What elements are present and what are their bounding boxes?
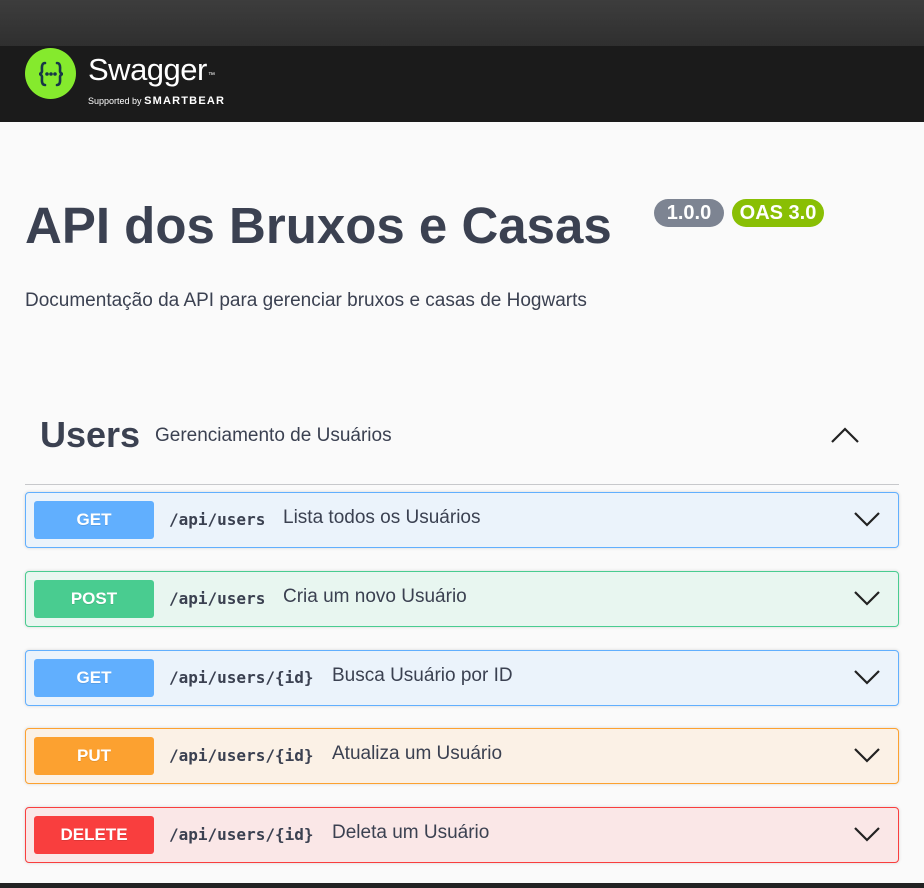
operation-path: /api/users (169, 589, 266, 608)
brand-name[interactable]: Swagger (88, 52, 207, 88)
method-badge: GET (34, 659, 154, 697)
chevron-down-icon[interactable] (852, 507, 882, 531)
oas-badge: OAS 3.0 (732, 199, 824, 227)
bottom-strip (0, 883, 924, 888)
chevron-down-icon[interactable] (852, 743, 882, 767)
browser-chrome (0, 0, 924, 46)
operation-post-users[interactable]: POST /api/users Cria um novo Usuário (25, 571, 899, 627)
method-badge: GET (34, 501, 154, 539)
operation-path: /api/users/{id} (169, 825, 314, 844)
operation-summary: Atualiza um Usuário (332, 743, 503, 764)
operation-put-user[interactable]: PUT /api/users/{id} Atualiza um Usuário (25, 728, 899, 784)
version-badge: 1.0.0 (654, 199, 724, 227)
method-badge: DELETE (34, 816, 154, 854)
chevron-down-icon[interactable] (852, 586, 882, 610)
operation-summary: Lista todos os Usuários (283, 507, 481, 528)
supported-by-label: Supported by (88, 96, 142, 106)
chevron-down-icon[interactable] (852, 665, 882, 689)
method-badge: POST (34, 580, 154, 618)
tag-section-users[interactable]: Users Gerenciamento de Usuários (25, 402, 899, 485)
tag-description: Gerenciamento de Usuários (155, 425, 392, 446)
chevron-down-icon[interactable] (852, 822, 882, 846)
operation-summary: Busca Usuário por ID (332, 665, 513, 686)
operation-summary: Cria um novo Usuário (283, 586, 467, 607)
operation-path: /api/users/{id} (169, 668, 314, 687)
method-badge: PUT (34, 737, 154, 775)
tag-name[interactable]: Users (40, 414, 140, 456)
chevron-up-icon[interactable] (825, 420, 865, 450)
operation-get-users[interactable]: GET /api/users Lista todos os Usuários (25, 492, 899, 548)
operation-get-user-by-id[interactable]: GET /api/users/{id} Busca Usuário por ID (25, 650, 899, 706)
operation-path: /api/users/{id} (169, 746, 314, 765)
supported-by: Supported by SMARTBEAR (88, 95, 225, 107)
swagger-logo-icon[interactable] (25, 48, 76, 99)
api-title: API dos Bruxos e Casas (25, 197, 612, 254)
operation-path: /api/users (169, 510, 266, 529)
api-description: Documentação da API para gerenciar bruxo… (25, 290, 587, 311)
operation-delete-user[interactable]: DELETE /api/users/{id} Deleta um Usuário (25, 807, 899, 863)
supporter-name: SMARTBEAR (144, 95, 226, 107)
trademark: ™ (208, 72, 215, 79)
operation-summary: Deleta um Usuário (332, 822, 490, 843)
